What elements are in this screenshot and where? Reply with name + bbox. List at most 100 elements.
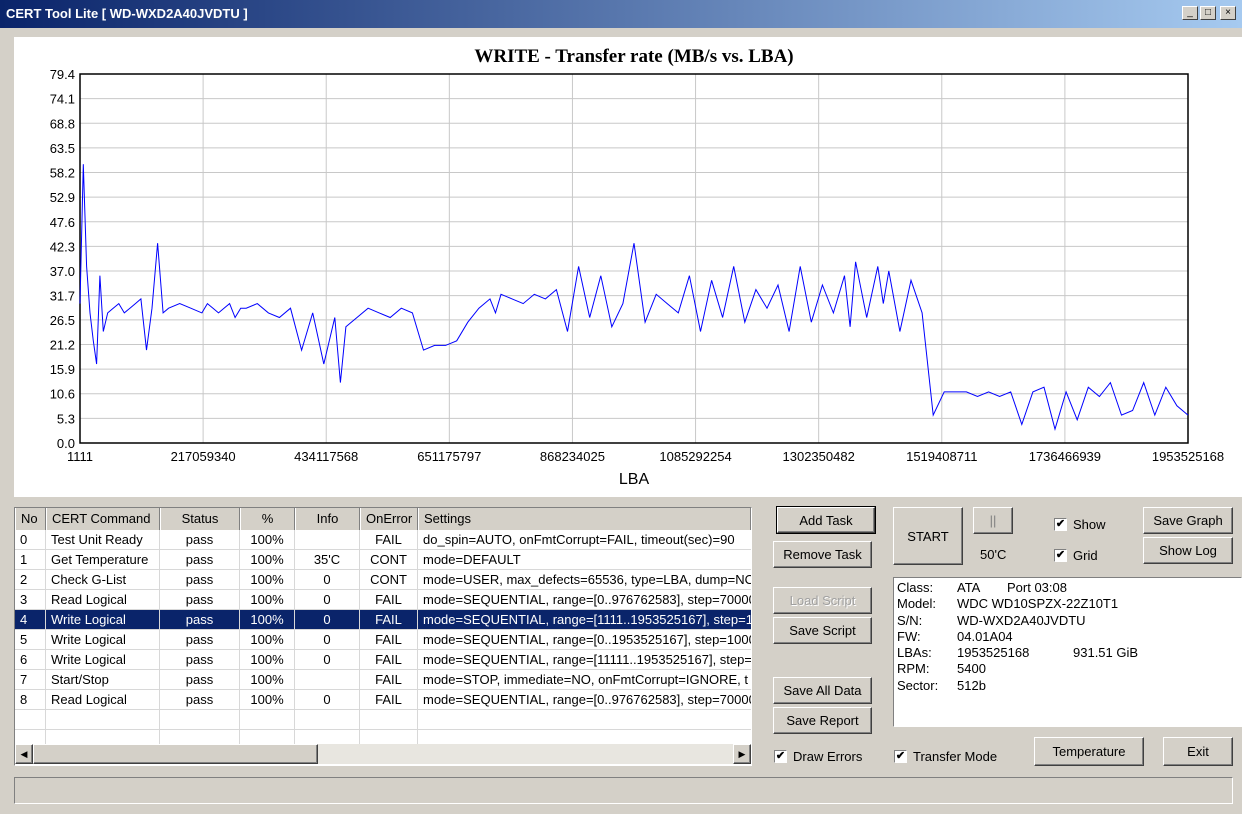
cell-info: 0	[295, 590, 360, 610]
show-checkbox[interactable]: ✔ Show	[1054, 517, 1106, 532]
cell-settings: mode=SEQUENTIAL, range=[0..1953525167], …	[423, 632, 751, 647]
cell-settings: mode=STOP, immediate=NO, onFmtCorrupt=IG…	[423, 672, 748, 687]
temperature-button[interactable]: Temperature	[1034, 737, 1144, 766]
cell-info: 0	[295, 570, 360, 590]
capacity-value: 931.51 GiB	[1073, 645, 1139, 661]
transfer-rate-line	[79, 164, 1189, 431]
y-tick-label: 15.9	[50, 362, 75, 377]
col-settings[interactable]: Settings	[418, 508, 751, 530]
horizontal-scrollbar[interactable]: ◀ ▶	[15, 744, 751, 764]
cell-percent: 100%	[240, 630, 295, 650]
save-report-button[interactable]: Save Report	[773, 707, 872, 734]
grid-checkbox[interactable]: ✔ Grid	[1054, 548, 1098, 563]
cell-status: pass	[160, 670, 240, 690]
cell-onerror: FAIL	[360, 670, 418, 690]
cell-settings: mode=SEQUENTIAL, range=[0..976762583], s…	[423, 692, 751, 707]
cell-status: pass	[160, 550, 240, 570]
table-row[interactable]: 6 Write Logical pass 100% 0 FAIL mode=SEQUENTI…	[15, 650, 751, 670]
cell-status	[160, 710, 240, 730]
cell-percent: 100%	[240, 670, 295, 690]
save-script-button[interactable]: Save Script	[773, 617, 872, 644]
fw-value: 04.01A04	[957, 628, 1013, 644]
cell-info: 35'C	[295, 550, 360, 570]
cell-status: pass	[160, 590, 240, 610]
cell-settings: mode=SEQUENTIAL, range=[0..976762583], s…	[423, 592, 751, 607]
scroll-thumb[interactable]	[33, 744, 318, 764]
show-log-button[interactable]: Show Log	[1143, 537, 1233, 564]
cell-no: 7	[15, 670, 46, 690]
cell-info: 0	[295, 630, 360, 650]
remove-task-button[interactable]: Remove Task	[773, 541, 872, 568]
cell-settings: mode=DEFAULT	[423, 552, 521, 567]
cell-status: pass	[160, 630, 240, 650]
x-tick-label: 651175797	[417, 449, 481, 464]
table-row[interactable]: 7 Start/Stop pass 100% FAIL mode=STOP, immedi…	[15, 670, 751, 690]
cell-percent: 100%	[240, 590, 295, 610]
scroll-left-icon[interactable]: ◀	[15, 744, 33, 764]
cell-no	[15, 710, 46, 730]
table-row[interactable]: 4 Write Logical pass 100% 0 FAIL mode=SEQUENTI…	[15, 610, 751, 630]
table-row[interactable]: 1 Get Temperature pass 100% 35'C CONT mode=DEF…	[15, 550, 751, 570]
close-button[interactable]: ×	[1220, 6, 1236, 20]
check-icon: ✔	[1054, 518, 1067, 531]
table-row[interactable]	[15, 710, 751, 730]
y-tick-label: 52.9	[50, 190, 75, 205]
col-info[interactable]: Info	[295, 508, 360, 530]
col-no[interactable]: No	[15, 508, 46, 530]
cell-info: 0	[295, 650, 360, 670]
y-tick-label: 10.6	[50, 387, 75, 402]
y-tick-label: 58.2	[50, 166, 75, 181]
table-row[interactable]: 5 Write Logical pass 100% 0 FAIL mode=SEQUENTI…	[15, 630, 751, 650]
exit-button[interactable]: Exit	[1163, 737, 1233, 766]
col-percent[interactable]: %	[240, 508, 295, 530]
save-all-data-button[interactable]: Save All Data	[773, 677, 872, 704]
cell-onerror: FAIL	[360, 690, 418, 710]
show-label: Show	[1073, 517, 1106, 532]
save-graph-button[interactable]: Save Graph	[1143, 507, 1233, 534]
draw-errors-checkbox[interactable]: ✔ Draw Errors	[774, 749, 862, 764]
cell-percent: 100%	[240, 550, 295, 570]
x-tick-label: 868234025	[540, 449, 605, 464]
cell-info	[295, 530, 360, 550]
lbas-label: LBAs:	[897, 645, 932, 661]
model-value: WDC WD10SPZX-22Z10T1	[957, 596, 1119, 612]
device-info-panel: Class: ATA Port 03:08 Model: WDC WD10SPZX-2…	[893, 577, 1242, 727]
cell-onerror: CONT	[360, 550, 418, 570]
cell-command: Test Unit Ready	[46, 530, 160, 550]
cell-settings: mode=SEQUENTIAL, range=[1111..1953525167…	[423, 612, 751, 627]
cell-settings: mode=SEQUENTIAL, range=[11111..195352516…	[423, 652, 751, 667]
cell-onerror: CONT	[360, 570, 418, 590]
y-tick-label: 68.8	[50, 116, 75, 131]
scroll-right-icon[interactable]: ▶	[733, 744, 751, 764]
cell-status: pass	[160, 690, 240, 710]
col-command[interactable]: CERT Command	[46, 508, 160, 530]
task-table[interactable]: No CERT Command Status % Info OnError Se…	[14, 507, 752, 766]
add-task-button[interactable]: Add Task	[776, 506, 876, 534]
check-icon: ✔	[1054, 549, 1067, 562]
cell-onerror: FAIL	[360, 630, 418, 650]
table-row[interactable]: 8 Read Logical pass 100% 0 FAIL mode=SEQUENTIA…	[15, 690, 751, 710]
x-tick-label: 217059340	[171, 449, 236, 464]
x-tick-label: 1953525168	[1152, 449, 1224, 464]
start-button[interactable]: START	[893, 507, 963, 565]
col-onerror[interactable]: OnError	[360, 508, 418, 530]
cell-info	[295, 670, 360, 690]
rpm-label: RPM:	[897, 661, 930, 677]
rpm-value: 5400	[957, 661, 986, 677]
load-script-button[interactable]: Load Script	[773, 587, 872, 614]
draw-errors-label: Draw Errors	[793, 749, 863, 764]
maximize-button[interactable]: □	[1200, 6, 1216, 20]
cell-info	[295, 710, 360, 730]
port-value: Port 03:08	[1007, 580, 1067, 595]
table-row[interactable]: 3 Read Logical pass 100% 0 FAIL mode=SEQUENTIA…	[15, 590, 751, 610]
minimize-button[interactable]: _	[1182, 6, 1198, 20]
cell-command: Write Logical	[46, 650, 160, 670]
cell-settings: mode=USER, max_defects=65536, type=LBA, …	[423, 572, 751, 587]
pause-button[interactable]: ||	[973, 507, 1013, 534]
table-row[interactable]: 0 Test Unit Ready pass 100% FAIL do_spin=AUTO…	[15, 530, 751, 550]
table-row[interactable]: 2 Check G-List pass 100% 0 CONT mode=USER, max…	[15, 570, 751, 590]
col-status[interactable]: Status	[160, 508, 240, 530]
cell-command: Start/Stop	[46, 670, 160, 690]
transfer-mode-checkbox[interactable]: ✔ Transfer Mode	[894, 749, 997, 764]
cell-no: 0	[15, 530, 46, 550]
